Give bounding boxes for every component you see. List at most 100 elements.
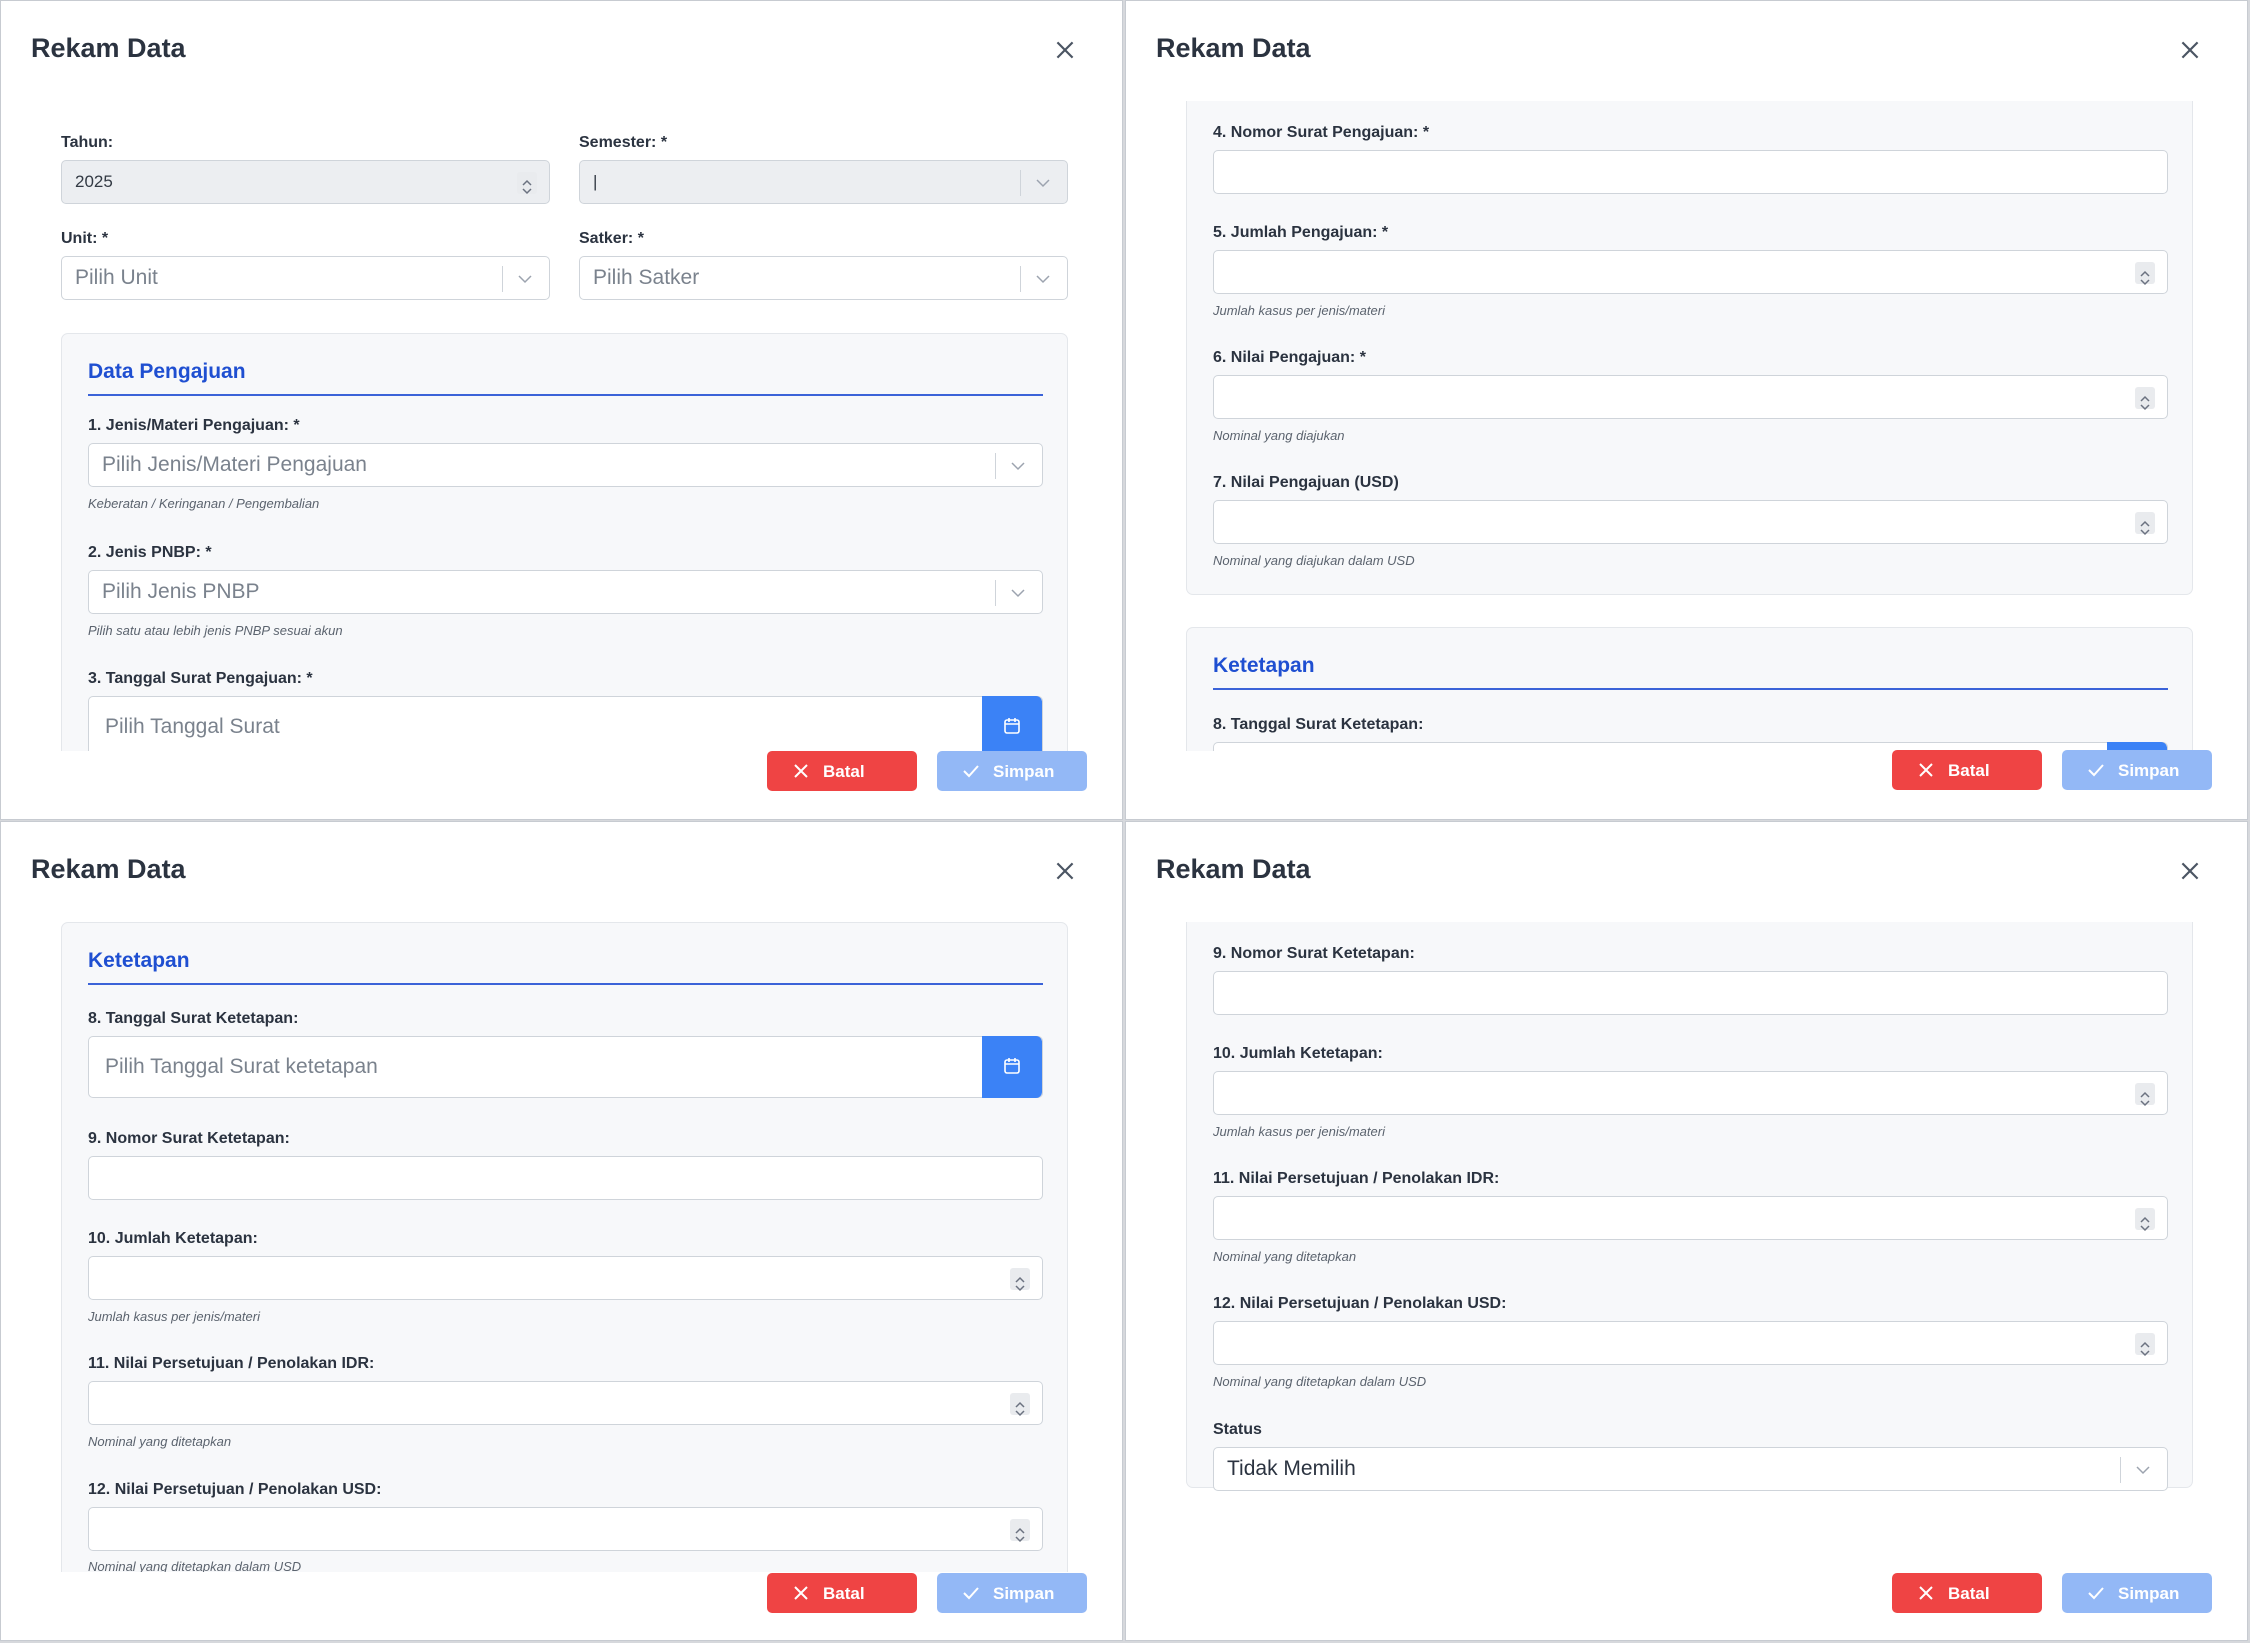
nilai-persetujuan-idr-input[interactable] — [88, 1381, 1043, 1425]
nomor-surat-pengajuan-input[interactable] — [1213, 150, 2168, 194]
number-spinner[interactable] — [2135, 512, 2155, 536]
close-icon — [2181, 862, 2199, 880]
f8-label: 8. Tanggal Surat Ketetapan: — [88, 1010, 299, 1027]
spinner-icon — [2140, 395, 2150, 411]
f11-label: 11. Nilai Persetujuan / Penolakan IDR: — [88, 1355, 375, 1372]
modal-panel-2: Rekam Data 4. Nomor Surat Pengajuan: * 5… — [1125, 0, 2248, 820]
section-divider — [1213, 688, 2168, 690]
tahun-label: Tahun: — [61, 134, 114, 151]
nomor-surat-ketetapan-input[interactable] — [1213, 971, 2168, 1015]
close-icon — [1056, 862, 1074, 880]
f12-hint: Nominal yang ditetapkan dalam USD — [88, 1559, 302, 1572]
modal-body: Ketetapan 8. Tanggal Surat Ketetapan: Pi… — [1, 922, 1122, 1572]
spinner-icon — [1015, 1276, 1025, 1292]
nomor-surat-ketetapan-input[interactable] — [88, 1156, 1043, 1200]
number-spinner[interactable] — [2135, 1208, 2155, 1232]
close-button[interactable] — [2177, 858, 2203, 884]
f6-label: 6. Nilai Pengajuan: * — [1213, 349, 1366, 366]
tahun-input[interactable]: 2025 — [61, 160, 550, 204]
chevron-down-icon — [1036, 275, 1050, 284]
cancel-button[interactable]: Batal — [767, 1573, 917, 1613]
save-button[interactable]: Simpan — [2062, 1573, 2212, 1613]
cancel-label: Batal — [823, 1584, 865, 1603]
f8-label: 8. Tanggal Surat Ketetapan: — [1213, 716, 1424, 733]
modal-panel-4: Rekam Data 9. Nomor Surat Ketetapan: 10.… — [1125, 821, 2248, 1641]
close-button[interactable] — [1052, 37, 1078, 63]
ketetapan-card: Ketetapan 8. Tanggal Surat Ketetapan: Pi… — [61, 922, 1068, 1572]
save-label: Simpan — [993, 762, 1055, 781]
modal-body: 4. Nomor Surat Pengajuan: * 5. Jumlah Pe… — [1126, 101, 2247, 751]
satker-select[interactable]: Pilih Satker — [579, 256, 1068, 300]
check-icon — [2088, 1587, 2104, 1600]
x-icon — [1919, 763, 1933, 777]
select-separator — [995, 580, 996, 606]
spinner-icon — [1015, 1401, 1025, 1417]
section-title: Ketetapan — [1213, 654, 1315, 677]
status-select[interactable]: Tidak Memilih — [1213, 1447, 2168, 1491]
spinner-icon — [2140, 1341, 2150, 1357]
cancel-button[interactable]: Batal — [767, 751, 917, 791]
x-icon — [794, 1586, 808, 1600]
save-button[interactable]: Simpan — [2062, 750, 2212, 790]
jumlah-ketetapan-input[interactable] — [88, 1256, 1043, 1300]
section-title: Data Pengajuan — [88, 360, 246, 383]
unit-placeholder: Pilih Unit — [75, 266, 158, 289]
f3-placeholder: Pilih Tanggal Surat — [105, 715, 280, 738]
nilai-pengajuan-input[interactable] — [1213, 375, 2168, 419]
nilai-persetujuan-idr-input[interactable] — [1213, 1196, 2168, 1240]
cancel-button[interactable]: Batal — [1892, 1573, 2042, 1613]
chevron-down-icon — [1011, 589, 1025, 598]
section-divider — [88, 394, 1043, 396]
number-spinner[interactable] — [1010, 1393, 1030, 1417]
section-title: Ketetapan — [88, 949, 190, 972]
calendar-button[interactable] — [982, 696, 1042, 751]
spinner-icon — [2140, 1091, 2150, 1107]
cancel-label: Batal — [1948, 761, 1990, 780]
modal-title: Rekam Data — [1156, 33, 1311, 63]
number-spinner[interactable] — [2135, 262, 2155, 286]
x-icon — [794, 764, 808, 778]
unit-select[interactable]: Pilih Unit — [61, 256, 550, 300]
spinner-icon — [2140, 520, 2150, 536]
cancel-button[interactable]: Batal — [1892, 750, 2042, 790]
status-value: Tidak Memilih — [1227, 1457, 1356, 1480]
jumlah-pengajuan-input[interactable] — [1213, 250, 2168, 294]
f11-label: 11. Nilai Persetujuan / Penolakan IDR: — [1213, 1170, 1500, 1187]
number-spinner[interactable] — [2135, 387, 2155, 411]
cancel-label: Batal — [1948, 1584, 1990, 1603]
select-separator — [1020, 170, 1021, 196]
f3-label: 3. Tanggal Surat Pengajuan: * — [88, 670, 313, 687]
save-button[interactable]: Simpan — [937, 1573, 1087, 1613]
tanggal-surat-ketetapan-input[interactable]: Pilih Tanggal Surat ketetapan — [88, 1036, 1043, 1098]
number-spinner[interactable] — [1010, 1519, 1030, 1543]
modal-panel-3: Rekam Data Ketetapan 8. Tanggal Surat Ke… — [0, 821, 1123, 1641]
nilai-pengajuan-usd-input[interactable] — [1213, 500, 2168, 544]
jumlah-ketetapan-input[interactable] — [1213, 1071, 2168, 1115]
f2-hint: Pilih satu atau lebih jenis PNBP sesuai … — [88, 623, 343, 638]
spinner-icon — [2140, 270, 2150, 286]
tanggal-surat-pengajuan-input[interactable]: Pilih Tanggal Surat — [88, 696, 1043, 751]
data-pengajuan-card: Data Pengajuan 1. Jenis/Materi Pengajuan… — [61, 333, 1068, 751]
f1-placeholder: Pilih Jenis/Materi Pengajuan — [102, 453, 367, 476]
save-label: Simpan — [2118, 1584, 2180, 1603]
tahun-spinner[interactable] — [517, 172, 537, 195]
check-icon — [963, 765, 979, 778]
jenis-pnbp-select[interactable]: Pilih Jenis PNBP — [88, 570, 1043, 614]
nilai-persetujuan-usd-input[interactable] — [1213, 1321, 2168, 1365]
number-spinner[interactable] — [1010, 1268, 1030, 1292]
nilai-persetujuan-usd-input[interactable] — [88, 1507, 1043, 1551]
f7-hint: Nominal yang diajukan dalam USD — [1213, 553, 1415, 568]
number-spinner[interactable] — [2135, 1333, 2155, 1357]
calendar-button[interactable] — [982, 1036, 1042, 1098]
close-button[interactable] — [2177, 37, 2203, 63]
f10-label: 10. Jumlah Ketetapan: — [1213, 1045, 1383, 1062]
close-button[interactable] — [1052, 858, 1078, 884]
number-spinner[interactable] — [2135, 1083, 2155, 1107]
select-separator — [995, 453, 996, 479]
ketetapan-card: Ketetapan 8. Tanggal Surat Ketetapan: — [1186, 627, 2193, 751]
save-button[interactable]: Simpan — [937, 751, 1087, 791]
f10-hint: Jumlah kasus per jenis/materi — [88, 1309, 260, 1324]
jenis-materi-select[interactable]: Pilih Jenis/Materi Pengajuan — [88, 443, 1043, 487]
semester-select[interactable]: | — [579, 160, 1068, 204]
close-icon — [2181, 41, 2199, 59]
